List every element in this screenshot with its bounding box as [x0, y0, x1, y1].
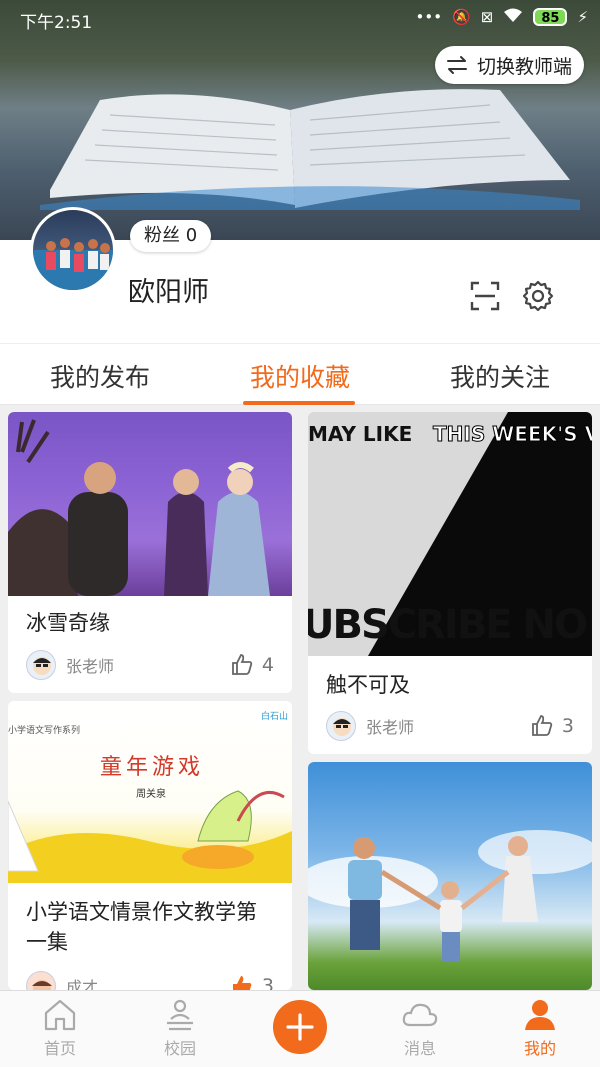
image-text-top-left: MAY LIKE	[308, 422, 413, 446]
fans-badge[interactable]: 粉丝 0	[130, 220, 212, 252]
status-icons: ••• 🔕 ⊠ 85 ⚡	[416, 7, 588, 27]
card-image-frozen	[8, 412, 292, 596]
cloud-message-icon	[402, 1003, 438, 1027]
sim-icon: ⊠	[480, 8, 494, 26]
author-avatar	[326, 711, 356, 741]
nav-mine[interactable]: 我的	[500, 999, 580, 1059]
like-count: 3	[561, 715, 574, 737]
card-meta: 成才 3	[26, 971, 274, 990]
author-avatar	[26, 971, 56, 990]
profile-header-banner	[0, 0, 600, 240]
status-time: 下午2:51	[20, 13, 93, 33]
author-name: 成才	[66, 978, 99, 990]
image-text-bottom: UBSCRIBE NO	[308, 602, 588, 648]
username: 欧阳师	[128, 277, 209, 308]
like-button[interactable]: 3	[530, 714, 574, 738]
switch-teacher-label: 切换教师端	[476, 55, 572, 78]
author-name: 张老师	[366, 718, 415, 737]
favorite-card[interactable]: 小学语文写作系列 白石山 童年游戏 周关泉 小学语文情景作文教学第一集 成才 3	[8, 701, 292, 990]
fans-count: 0	[185, 225, 198, 246]
open-book-image	[40, 89, 580, 210]
card-image-family	[308, 762, 592, 990]
mute-icon: 🔕	[452, 8, 471, 26]
scan-icon[interactable]	[470, 281, 500, 311]
charging-icon: ⚡	[577, 8, 588, 26]
fans-label: 粉丝	[144, 225, 180, 246]
thumbs-up-icon	[232, 654, 253, 675]
tab-my-following[interactable]: 我的关注	[400, 358, 600, 394]
wifi-icon	[503, 7, 523, 27]
tab-my-posts[interactable]: 我的发布	[0, 358, 200, 394]
like-button[interactable]: 3	[230, 974, 274, 990]
nav-mine-label: 我的	[523, 1039, 556, 1058]
favorite-card[interactable]: 冰雪奇缘 张老师 4	[8, 412, 292, 693]
nav-messages[interactable]: 消息	[380, 999, 460, 1059]
card-image-childhood-games: 小学语文写作系列 白石山 童年游戏 周关泉	[8, 701, 292, 883]
swap-arrows-icon	[446, 56, 467, 74]
status-bar: 下午2:51 ••• 🔕 ⊠ 85 ⚡	[0, 0, 600, 36]
favorite-card[interactable]: MAY LIKE THIS WEEK'S V UBSCRIBE NO 触不可及 …	[308, 412, 592, 754]
nav-campus-label: 校园	[163, 1039, 196, 1058]
nav-campus[interactable]: 校园	[140, 999, 220, 1059]
nav-home-label: 首页	[43, 1039, 76, 1058]
card-title: 触不可及	[326, 673, 410, 697]
favorite-card[interactable]	[308, 762, 592, 990]
like-button[interactable]: 4	[230, 653, 274, 677]
thumbs-up-icon	[532, 715, 553, 736]
like-count: 3	[261, 975, 274, 990]
plus-icon	[286, 1013, 314, 1041]
card-image-subscribe: MAY LIKE THIS WEEK'S V UBSCRIBE NO	[308, 412, 592, 656]
card-meta: 张老师 4	[26, 650, 274, 680]
home-icon	[44, 999, 76, 1031]
add-post-button[interactable]	[273, 1000, 327, 1054]
like-count: 4	[261, 654, 274, 676]
user-profile-icon	[525, 1000, 555, 1030]
gear-icon[interactable]	[522, 280, 554, 312]
active-tab-indicator	[243, 401, 355, 405]
profile-tabs: 我的发布 我的收藏 我的关注	[0, 343, 600, 405]
thumbs-up-filled-icon	[232, 976, 252, 990]
card-meta: 张老师 3	[326, 711, 574, 741]
card-title: 小学语文情景作文教学第一集	[26, 900, 257, 954]
tab-my-favorites[interactable]: 我的收藏	[200, 358, 400, 394]
image-text-top-right: THIS WEEK'S V	[432, 422, 592, 447]
nav-home[interactable]: 首页	[20, 999, 100, 1059]
author-avatar	[26, 650, 56, 680]
card-title: 冰雪奇缘	[26, 611, 110, 635]
battery-indicator: 85	[533, 8, 568, 26]
switch-teacher-button[interactable]: 切换教师端	[434, 46, 584, 84]
nav-messages-label: 消息	[403, 1039, 436, 1058]
more-dots-icon: •••	[415, 8, 443, 26]
campus-icon	[167, 999, 193, 1031]
author-name: 张老师	[66, 657, 115, 676]
avatar[interactable]	[30, 207, 116, 293]
